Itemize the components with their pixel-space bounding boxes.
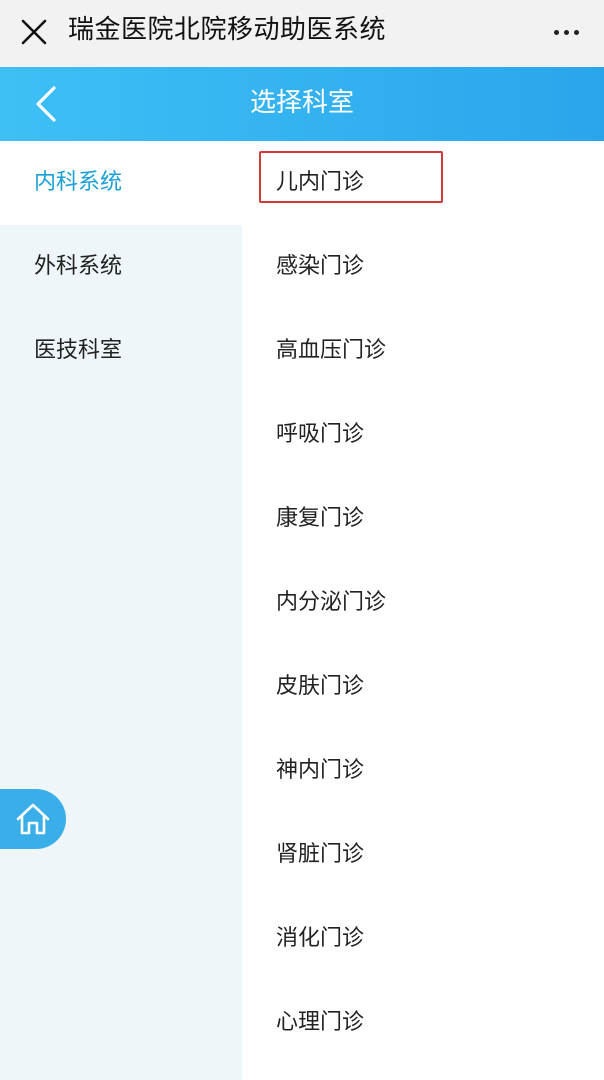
page-title: 选择科室 <box>249 88 354 118</box>
department-label: 肾脏门诊 <box>276 842 365 867</box>
department-label: 消化门诊 <box>276 926 365 951</box>
department-list: 儿内门诊 感染门诊 高血压门诊 呼吸门诊 康复门诊 内分泌门诊 皮肤门诊 神内门… <box>242 141 604 1080</box>
app-navbar: 选择科室 <box>0 67 604 141</box>
department-label: 高血压门诊 <box>276 338 387 363</box>
sidebar-item-label: 外科系统 <box>34 254 123 279</box>
sidebar-item-label: 内科系统 <box>34 170 123 195</box>
department-label: 神内门诊 <box>276 758 365 783</box>
list-item[interactable]: 高血压门诊 <box>242 309 604 393</box>
more-options-button[interactable] <box>546 14 586 50</box>
home-icon <box>16 803 50 835</box>
list-item[interactable]: 康复门诊 <box>242 477 604 561</box>
sidebar-item-medical-technology[interactable]: 医技科室 <box>0 309 242 393</box>
back-button[interactable] <box>22 79 72 129</box>
window-titlebar: 瑞金医院北院移动助医系统 <box>0 0 604 67</box>
more-dots-icon-dot <box>563 29 569 35</box>
home-button[interactable] <box>0 789 66 849</box>
sidebar-item-internal-medicine[interactable]: 内科系统 <box>0 141 242 225</box>
department-label: 呼吸门诊 <box>276 422 365 447</box>
department-label: 心理门诊 <box>276 1010 365 1035</box>
list-item[interactable]: 肾脏门诊 <box>242 813 604 897</box>
sidebar-item-label: 医技科室 <box>34 338 123 363</box>
category-sidebar: 内科系统 外科系统 医技科室 <box>0 141 242 1080</box>
window-title: 瑞金医院北院移动助医系统 <box>68 15 387 45</box>
more-dots-icon <box>553 29 559 35</box>
more-dots-icon-dot <box>573 29 579 35</box>
department-label: 内分泌门诊 <box>276 590 387 615</box>
department-label: 感染门诊 <box>276 254 365 279</box>
list-item[interactable]: 皮肤门诊 <box>242 645 604 729</box>
list-item[interactable]: 儿内门诊 <box>242 141 604 225</box>
list-item[interactable]: 内分泌门诊 <box>242 561 604 645</box>
list-item[interactable]: 消化门诊 <box>242 897 604 981</box>
list-item[interactable]: 心理门诊 <box>242 981 604 1065</box>
list-item[interactable]: 呼吸门诊 <box>242 393 604 477</box>
close-button[interactable] <box>14 12 54 52</box>
list-item[interactable]: 神内门诊 <box>242 729 604 813</box>
department-label: 康复门诊 <box>276 506 365 531</box>
close-icon <box>21 19 47 45</box>
department-label: 皮肤门诊 <box>276 674 365 699</box>
list-item[interactable]: 感染门诊 <box>242 225 604 309</box>
sidebar-item-surgery[interactable]: 外科系统 <box>0 225 242 309</box>
chevron-left-icon <box>36 86 56 122</box>
department-label: 儿内门诊 <box>276 170 365 195</box>
